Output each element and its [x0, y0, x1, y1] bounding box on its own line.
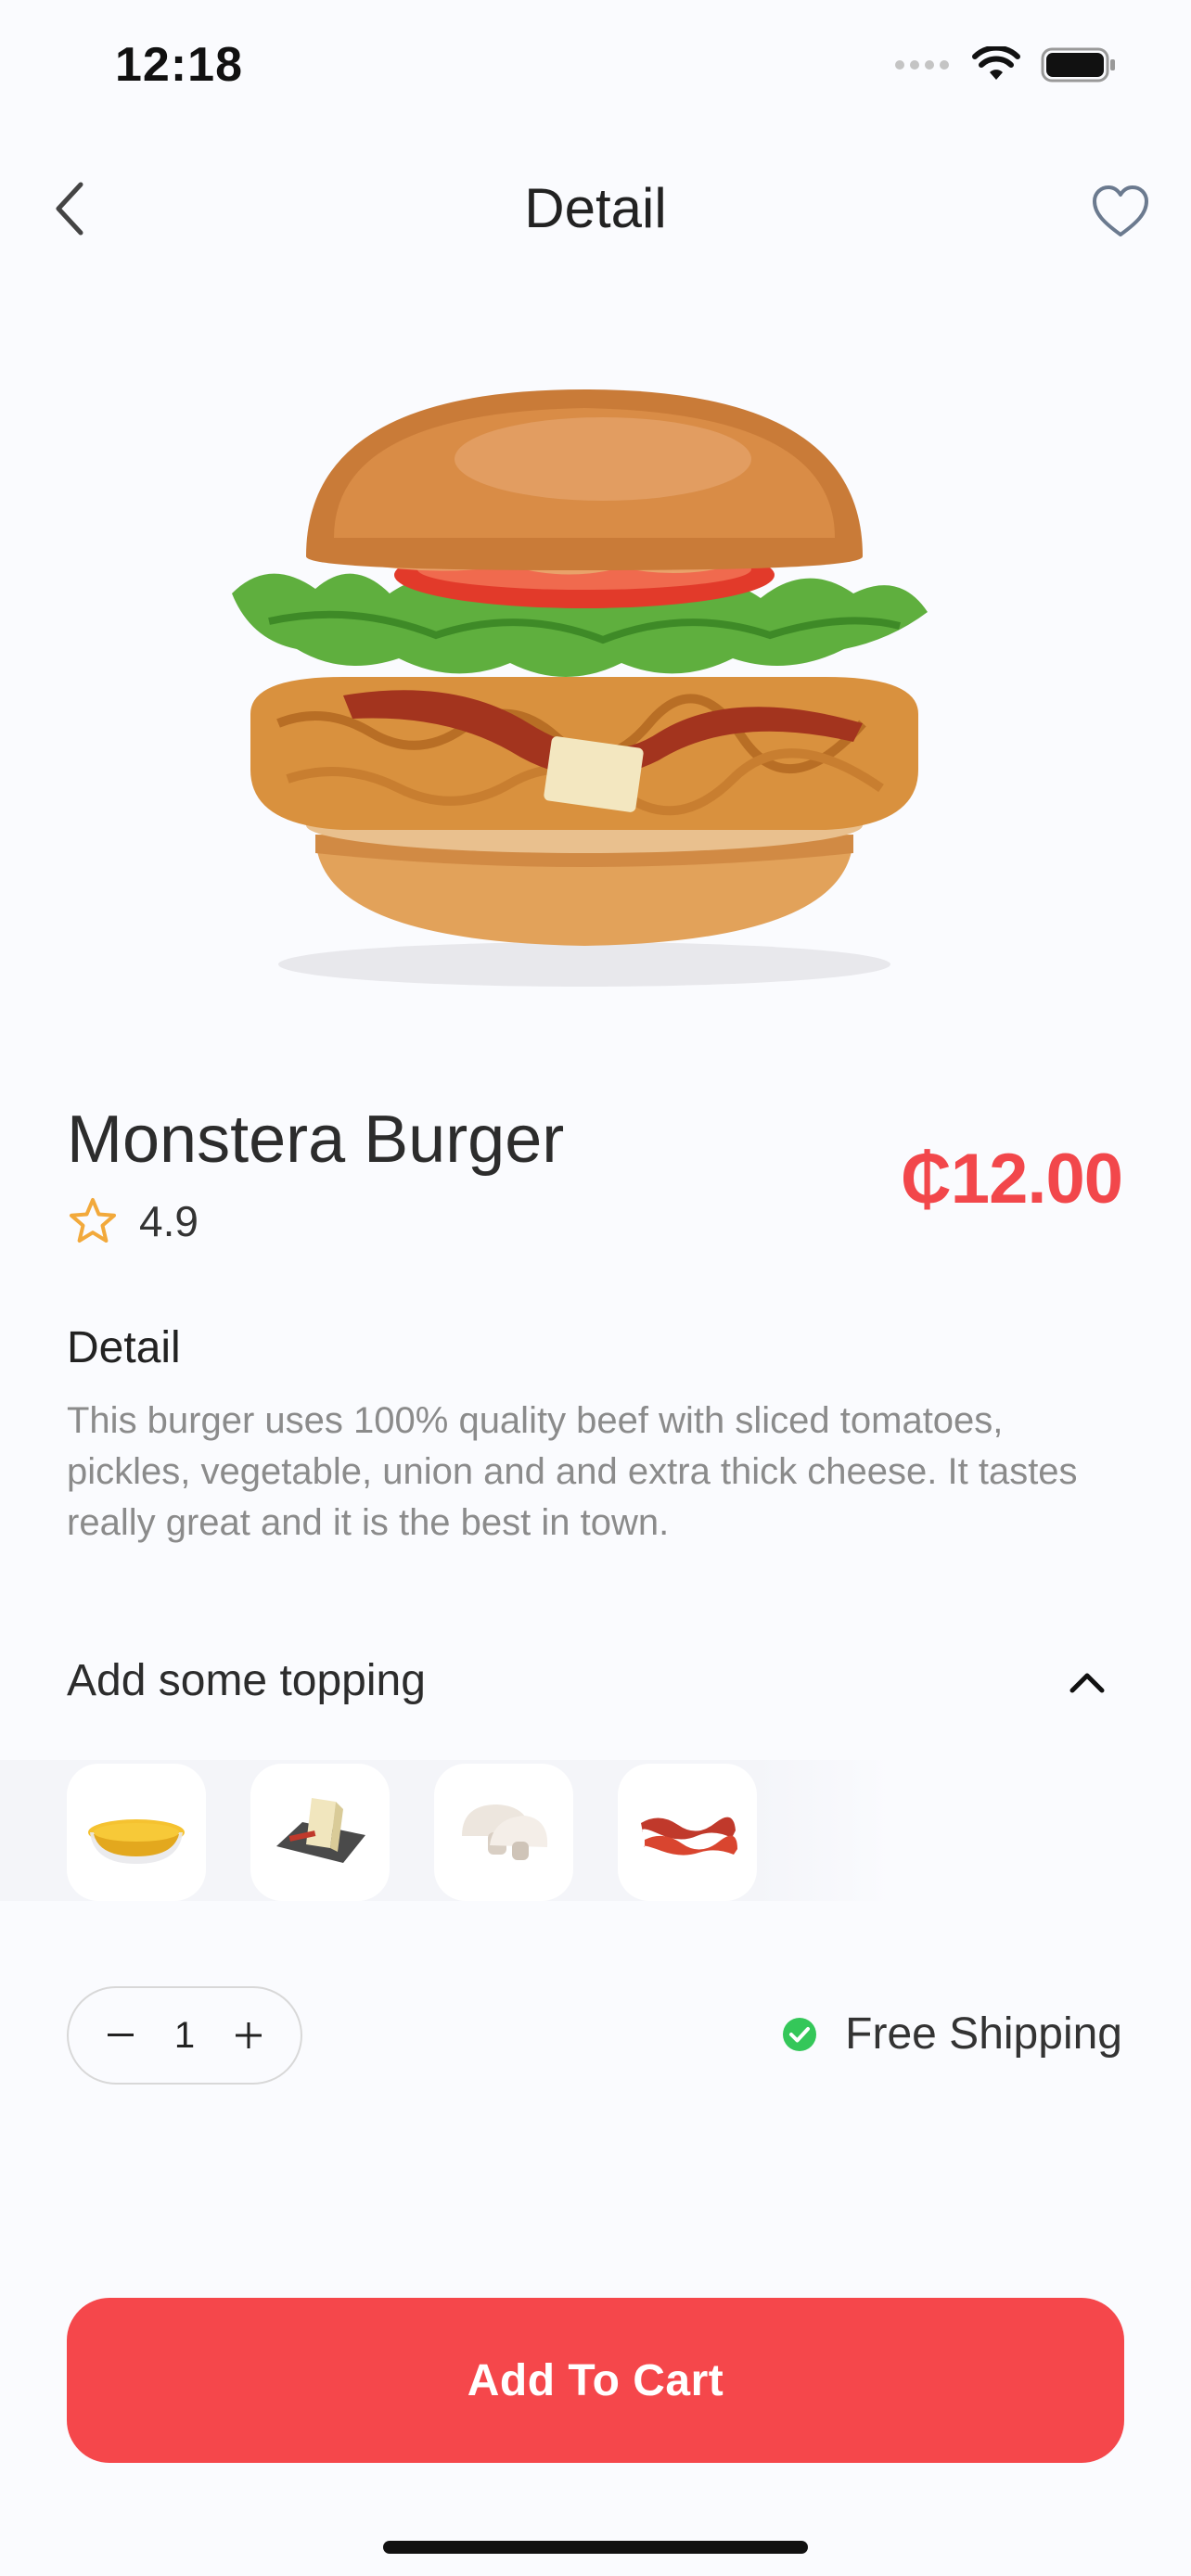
bacon-icon — [641, 1817, 737, 1855]
mustard-sauce-icon — [88, 1819, 185, 1864]
chevron-up-icon — [1069, 1673, 1105, 1693]
status-bar: 12:18 — [0, 0, 1191, 139]
shipping-info: Free Shipping — [782, 2009, 1122, 2060]
rating-value: 4.9 — [139, 1197, 198, 1245]
detail-heading: Detail — [67, 1323, 181, 1372]
mushroom-icon — [462, 1804, 548, 1860]
battery-icon — [1041, 47, 1115, 83]
increase-button[interactable] — [230, 2017, 267, 2054]
star-icon — [70, 1198, 116, 1243]
heart-icon — [1093, 185, 1148, 236]
nav-bar: Detail — [0, 167, 1191, 250]
topping-item-bacon[interactable] — [618, 1764, 757, 1901]
home-indicator — [383, 2541, 808, 2554]
page-title: Detail — [524, 177, 667, 239]
topping-item-mustard[interactable] — [67, 1764, 206, 1901]
add-to-cart-button[interactable]: Add To Cart — [67, 2298, 1124, 2463]
detail-description: This burger uses 100% quality beef with … — [67, 1400, 1078, 1543]
product-name: Monstera Burger — [67, 1103, 565, 1177]
check-circle-icon — [783, 2017, 817, 2051]
wifi-icon — [972, 46, 1020, 80]
quantity-value: 1 — [173, 2014, 196, 2056]
product-rating: 4.9 — [67, 1196, 198, 1246]
cellular-signal-icon — [895, 60, 949, 70]
status-time: 12:18 — [115, 38, 243, 92]
product-image — [213, 371, 974, 1001]
product-price: ₵12.00 — [900, 1140, 1123, 1218]
shipping-label: Free Shipping — [845, 2009, 1122, 2059]
plus-icon — [236, 2022, 262, 2048]
topping-collapse-button[interactable] — [1059, 1654, 1115, 1710]
status-icons — [894, 46, 1117, 83]
favorite-button[interactable] — [1083, 174, 1158, 249]
quantity-stepper: 1 — [67, 1986, 302, 2085]
topping-item-cheese[interactable] — [250, 1764, 390, 1901]
decrease-button[interactable] — [102, 2017, 139, 2054]
add-to-cart-label: Add To Cart — [467, 2355, 724, 2405]
topping-heading: Add some topping — [67, 1656, 426, 1705]
cheese-icon — [276, 1798, 365, 1863]
topping-item-mushroom[interactable] — [434, 1764, 573, 1901]
minus-icon — [108, 2034, 134, 2036]
